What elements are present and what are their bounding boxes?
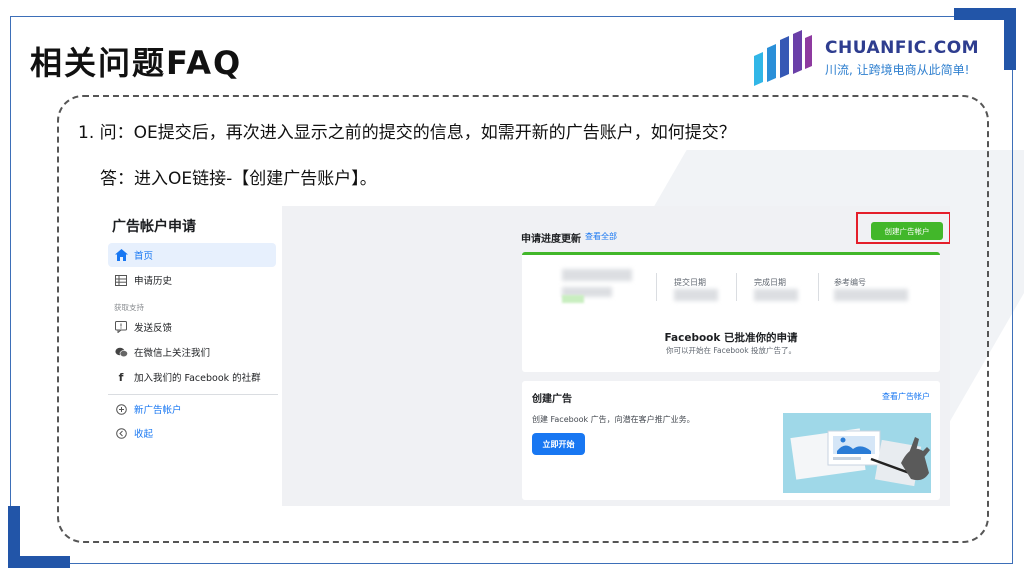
logo-tagline: 川流, 让跨境电商从此简单! bbox=[825, 63, 970, 77]
create-ad-account-button[interactable]: 创建广告帐户 bbox=[871, 222, 943, 240]
ad-illustration-icon bbox=[783, 413, 931, 493]
support-label: 获取支持 bbox=[114, 303, 144, 312]
home-icon bbox=[114, 248, 128, 262]
logo-brand-text: CHUANFIC.COM bbox=[825, 38, 980, 58]
wechat-icon bbox=[114, 345, 128, 359]
main-panel: 申请进度更新 查看全部 创建广告帐户 提交日期 完成日期 参考编号 Facebo… bbox=[282, 206, 950, 506]
faq-answer: 答：进入OE链接-【创建广告账户】。 bbox=[100, 169, 377, 189]
column-divider bbox=[656, 273, 657, 301]
progress-title: 申请进度更新 bbox=[521, 234, 581, 245]
oe-screenshot: 广告帐户申请 首页 申请历史 获取支持 发送反馈 在微信上关注我们 f 加入我们… bbox=[104, 206, 950, 506]
column-reference: 参考编号 bbox=[834, 278, 866, 287]
logo-bars-icon bbox=[754, 30, 812, 86]
faq-question: 1. 问：OE提交后，再次进入显示之前的提交的信息，如需开新的广告账户，如何提交… bbox=[78, 123, 736, 143]
redacted-name bbox=[562, 269, 632, 281]
table-icon bbox=[114, 273, 128, 287]
sidebar-item-label: 申请历史 bbox=[134, 276, 173, 287]
sidebar-item-label: 收起 bbox=[134, 429, 154, 440]
sidebar-item-facebook-group[interactable]: f 加入我们的 Facebook 的社群 bbox=[108, 365, 276, 389]
progress-card: 提交日期 完成日期 参考编号 Facebook 已批准你的申请 你可以开始在 F… bbox=[522, 252, 940, 372]
column-complete-date: 完成日期 bbox=[754, 278, 786, 287]
sidebar-divider bbox=[108, 394, 278, 395]
redacted-reference bbox=[834, 289, 908, 301]
sidebar-item-label: 新广告帐户 bbox=[134, 405, 182, 416]
column-divider bbox=[818, 273, 819, 301]
approval-status: Facebook 已批准你的申请 bbox=[664, 332, 798, 344]
sidebar-item-label: 发送反馈 bbox=[134, 323, 173, 334]
approval-substatus: 你可以开始在 Facebook 投放广告了。 bbox=[665, 346, 796, 355]
start-now-button[interactable]: 立即开始 bbox=[532, 433, 585, 455]
collapse-link[interactable]: 收起 bbox=[108, 421, 276, 445]
sidebar-item-feedback[interactable]: 发送反馈 bbox=[108, 315, 276, 339]
create-ad-description: 创建 Facebook 广告，向潜在客户推广业务。 bbox=[532, 415, 695, 424]
sidebar-item-label: 首页 bbox=[134, 251, 154, 262]
column-submit-date: 提交日期 bbox=[674, 278, 706, 287]
new-ad-account-link[interactable]: 新广告帐户 bbox=[108, 397, 276, 421]
collapse-icon bbox=[114, 426, 128, 440]
view-ad-accounts-link[interactable]: 查看广告帐户 bbox=[882, 391, 930, 402]
view-all-link[interactable]: 查看全部 bbox=[585, 231, 617, 242]
facebook-icon: f bbox=[118, 370, 124, 384]
slide-title: 相关问题FAQ bbox=[30, 44, 243, 82]
feedback-icon bbox=[114, 320, 128, 334]
sidebar-item-history[interactable]: 申请历史 bbox=[108, 268, 276, 292]
sidebar-item-label: 在微信上关注我们 bbox=[134, 348, 211, 359]
create-ad-card: 创建广告 查看广告帐户 创建 Facebook 广告，向潜在客户推广业务。 立即… bbox=[522, 381, 940, 500]
sidebar-title: 广告帐户申请 bbox=[112, 219, 196, 235]
column-divider bbox=[736, 273, 737, 301]
redacted-date bbox=[754, 289, 798, 301]
status-chip bbox=[562, 295, 584, 303]
sidebar: 广告帐户申请 首页 申请历史 获取支持 发送反馈 在微信上关注我们 f 加入我们… bbox=[104, 206, 282, 506]
sidebar-item-label: 加入我们的 Facebook 的社群 bbox=[134, 373, 261, 384]
plus-circle-icon bbox=[114, 402, 128, 416]
sidebar-item-home[interactable]: 首页 bbox=[108, 243, 276, 267]
create-ad-title: 创建广告 bbox=[532, 394, 572, 405]
sidebar-item-wechat[interactable]: 在微信上关注我们 bbox=[108, 340, 276, 364]
redacted-date bbox=[674, 289, 718, 301]
brand-logo: CHUANFIC.COM 川流, 让跨境电商从此简单! bbox=[752, 26, 982, 88]
